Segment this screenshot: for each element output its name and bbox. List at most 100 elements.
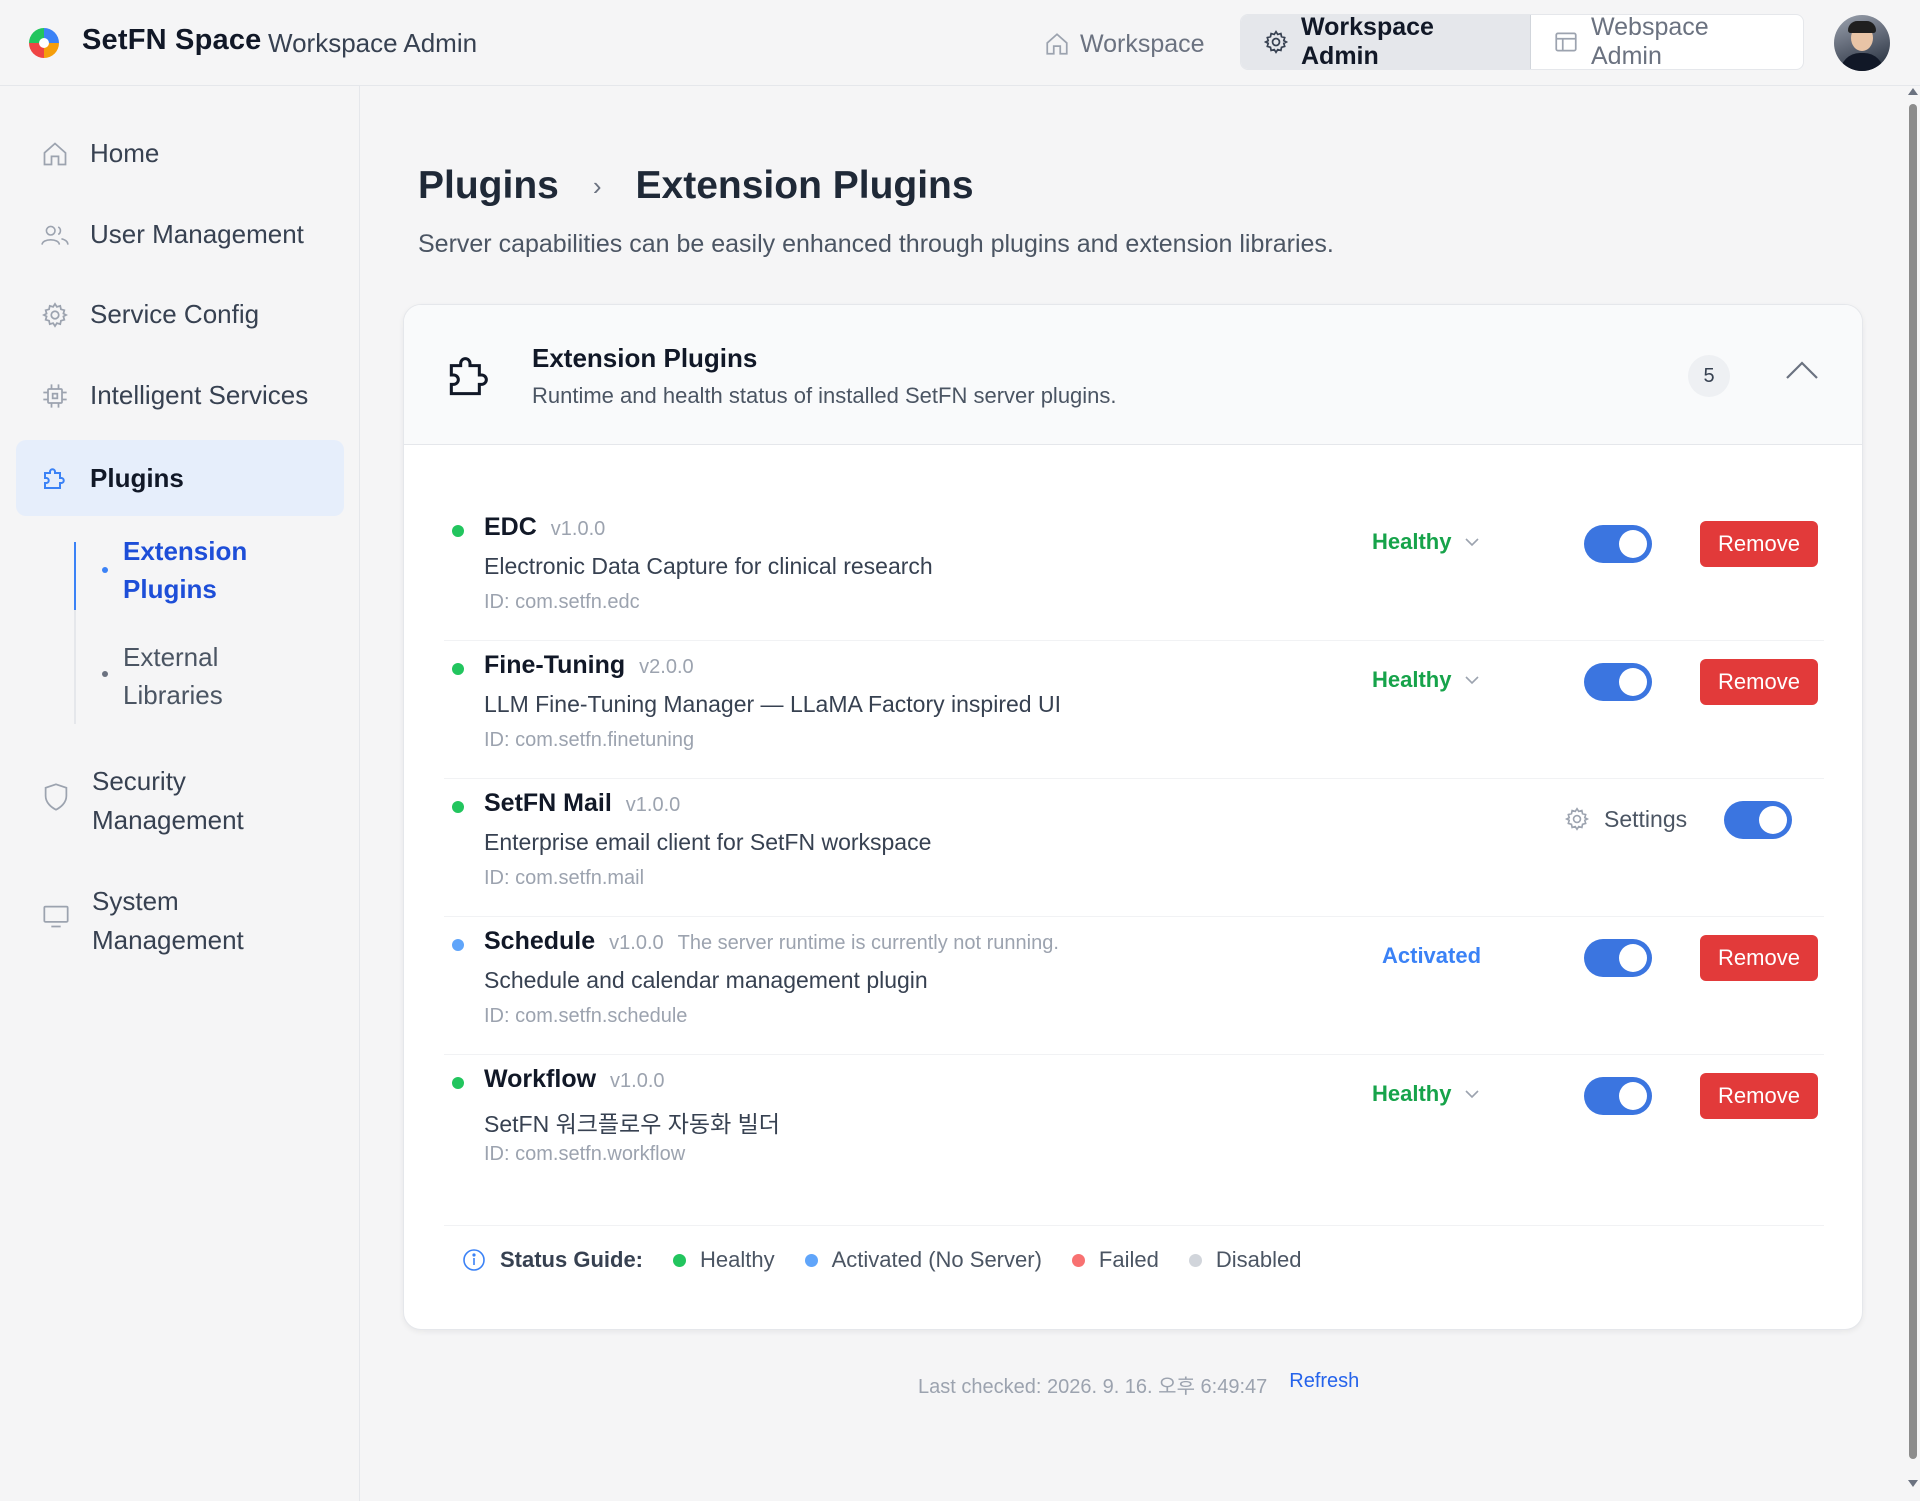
sidebar-item-label: Service Config [90,299,260,329]
home-icon [1044,31,1070,57]
plugin-id: ID: com.setfn.workflow [484,1143,686,1165]
monitor-icon [42,902,72,932]
setfn-logo-icon[interactable] [27,26,61,60]
sidebar-item-intelligent-services[interactable]: Intelligent Services [40,380,308,411]
plugin-description: LLM Fine-Tuning Manager — LLaMA Factory … [484,691,1061,717]
plugin-name: Fine-Tuning [484,651,626,679]
status-dropdown[interactable]: Healthy [1372,529,1480,555]
sidebar-item-security-management[interactable]: Security Management [42,762,292,840]
status-dot-disabled [1188,1253,1202,1267]
plugin-row: Workflow v1.0.0 SetFN 워크플로우 자동화 빌더 ID: co… [444,1055,1824,1193]
nav-workspace[interactable]: Workspace [1044,24,1205,64]
plugin-version: v1.0.0 [625,794,681,816]
plugin-description: SetFN 워크플로우 자동화 빌더 [484,1111,780,1137]
users-icon [40,220,70,250]
sidebar-item-service-config[interactable]: Service Config [40,299,259,330]
top-bar: SetFN Space Workspace Admin Workspace Wo… [0,0,1920,86]
plugin-enable-toggle[interactable] [1584,663,1652,701]
sidebar-item-user-management[interactable]: User Management [40,219,304,250]
chevron-down-icon [1465,675,1480,685]
plugin-enable-toggle[interactable] [1584,939,1652,977]
status-dot [452,525,464,537]
card-subtitle: Runtime and health status of installed S… [532,383,1117,408]
plugin-title: Schedule v1.0.0 The server runtime is cu… [484,927,1059,956]
remove-button[interactable]: Remove [1700,935,1818,981]
chevron-down-icon [1465,537,1480,547]
plugin-enable-toggle[interactable] [1584,1077,1652,1115]
plugin-description: Enterprise email client for SetFN worksp… [484,829,932,855]
status-dot [452,663,464,675]
plugin-name: EDC [484,513,537,541]
remove-button[interactable]: Remove [1700,521,1818,567]
plugin-enable-toggle[interactable] [1724,801,1792,839]
gear-icon [40,300,70,330]
settings-button[interactable]: Settings [1564,799,1687,839]
plugin-id: ID: com.setfn.edc [484,591,640,613]
card-header[interactable]: Extension Plugins Runtime and health sta… [404,305,1862,445]
plugin-title: Fine-Tuning v2.0.0 [484,651,694,680]
plugin-name: Schedule [484,927,596,955]
divider [444,1225,1824,1226]
remove-button[interactable]: Remove [1700,1073,1818,1119]
status-dropdown[interactable]: Healthy [1372,1081,1480,1107]
status-label: Healthy [1372,1081,1452,1106]
refresh-link[interactable]: Refresh [1289,1370,1359,1399]
chevron-right-icon: › [592,170,602,201]
brand-subtitle: Workspace Admin [268,28,478,58]
nav-workspace-admin[interactable]: Workspace Admin [1241,15,1531,69]
sidebar-item-system-management[interactable]: System Management [42,882,292,960]
card-title: Extension Plugins [532,343,758,373]
nav-webspace-admin[interactable]: Webspace Admin [1531,15,1803,69]
puzzle-icon [40,463,70,493]
status-dot-failed [1071,1253,1085,1267]
nav-workspace-admin-label: Workspace Admin [1301,14,1434,70]
status-label: Healthy [1372,667,1452,692]
remove-button[interactable]: Remove [1700,659,1818,705]
chevron-down-icon [1465,1089,1480,1099]
plugin-count-badge: 5 [1688,355,1730,397]
status-guide-label: Healthy [700,1247,775,1272]
plugin-version: v1.0.0 [610,1070,665,1092]
plugin-row: EDC v1.0.0 Electronic Data Capture for c… [444,503,1824,641]
sidebar-subitem-external-libraries[interactable]: External Libraries [123,638,323,714]
status-guide-label: Disabled [1215,1247,1302,1272]
sidebar-item-home[interactable]: Home [40,138,159,169]
status-dropdown[interactable]: Healthy [1372,667,1480,693]
status-guide-label: Activated (No Server) [831,1247,1042,1272]
status-dot-healthy [673,1253,687,1267]
status-guide-title: Status Guide: [500,1247,644,1272]
extension-plugins-card: Extension Plugins Runtime and health sta… [403,304,1863,1330]
status-label: Activated [1382,943,1482,968]
sidebar: Home User Management Service Config Inte… [0,86,360,1501]
plugin-name: SetFN Mail [484,789,612,817]
sidebar-item-plugins[interactable]: Plugins [16,440,344,516]
sidebar-subitem-extension-plugins[interactable]: Extension Plugins [123,532,323,608]
breadcrumb-parent[interactable]: Plugins [418,164,559,208]
user-avatar[interactable] [1834,15,1890,71]
home-icon [40,139,70,169]
footer: Last checked: 2026. 9. 16. 오후 6:49:47 Re… [918,1370,1359,1399]
page-title: Extension Plugins [635,164,974,207]
status-dot-activated [804,1253,818,1267]
brand-name: SetFN Space [82,24,262,56]
chevron-up-icon[interactable] [1784,359,1820,381]
plugin-version: v1.0.0 [609,932,664,954]
chip-icon [40,381,70,411]
sidebar-item-label: Security Management [92,766,244,835]
plugin-enable-toggle[interactable] [1584,525,1652,563]
plugin-title: SetFN Mail v1.0.0 [484,789,680,818]
plugin-id: ID: com.setfn.finetuning [484,729,695,751]
submenu-dot [102,671,108,677]
info-icon [462,1248,486,1272]
submenu-active-indicator [74,542,76,610]
plugin-name: Workflow [484,1065,597,1093]
sidebar-item-label: Plugins [90,462,184,493]
plugin-title: EDC v1.0.0 [484,513,605,542]
scroll-down-arrow-icon[interactable] [1908,1480,1918,1487]
settings-label: Settings [1604,805,1688,832]
scrollbar-thumb[interactable] [1909,104,1917,1459]
plugin-row: SetFN Mail v1.0.0 Enterprise email clien… [444,779,1824,917]
puzzle-icon [442,347,498,403]
breadcrumb: Plugins › Extension Plugins [418,164,974,208]
scroll-up-arrow-icon[interactable] [1908,88,1918,95]
